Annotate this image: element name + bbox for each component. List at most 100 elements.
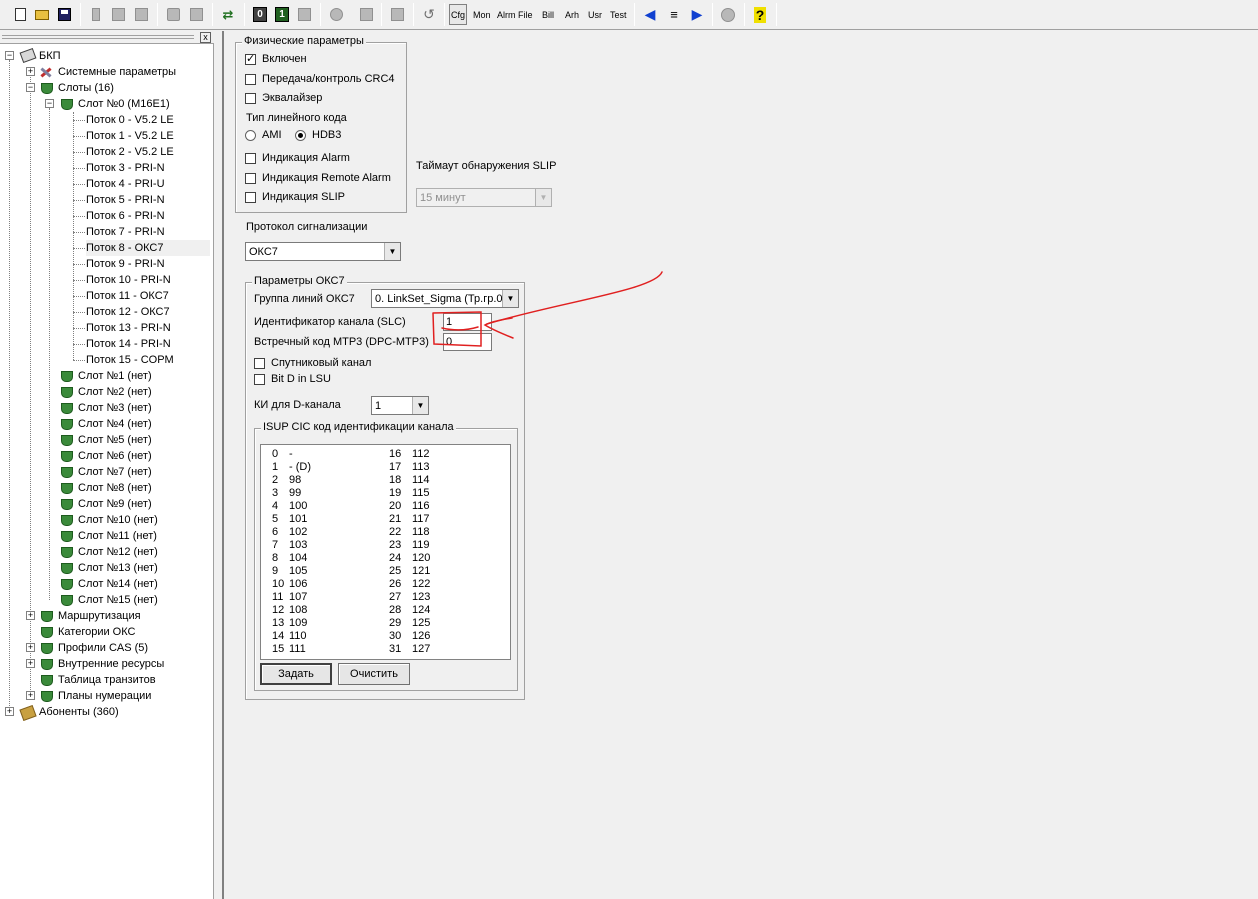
- tree-item[interactable]: Поток 4 - PRI-U: [86, 176, 210, 192]
- expand-icon[interactable]: +: [26, 611, 35, 620]
- settings-page-icon[interactable]: [356, 4, 376, 25]
- tree-item[interactable]: Слот №6 (нет): [59, 448, 210, 464]
- open-folder-icon[interactable]: [32, 4, 52, 25]
- add-icon[interactable]: [163, 4, 183, 25]
- toolbar-text-button[interactable]: Cfg: [449, 4, 468, 25]
- list-icon[interactable]: ≡: [664, 4, 684, 25]
- tree-item[interactable]: Поток 10 - PRI-N: [86, 272, 210, 288]
- crc4-checkbox[interactable]: Передача/контроль CRC4: [245, 73, 395, 85]
- clear-button[interactable]: Очистить: [338, 663, 410, 685]
- tree-item[interactable]: Профили CAS (5): [39, 640, 210, 656]
- tree-item[interactable]: Внутренние ресурсы: [39, 656, 210, 672]
- tree-item[interactable]: Поток 13 - PRI-N: [86, 320, 210, 336]
- tree-item[interactable]: Поток 8 - ОКС7: [86, 240, 210, 256]
- signaling-select[interactable]: ОКС7 ▼: [245, 242, 401, 261]
- expand-icon[interactable]: +: [26, 67, 35, 76]
- tree-item[interactable]: Поток 7 - PRI-N: [86, 224, 210, 240]
- tree-item[interactable]: Поток 11 - ОКС7: [86, 288, 210, 304]
- tree-item[interactable]: Слот №14 (нет): [59, 576, 210, 592]
- tree-item[interactable]: Слот №15 (нет): [59, 592, 210, 608]
- new-file-icon[interactable]: [10, 4, 30, 25]
- tree-item[interactable]: Маршрутизация: [39, 608, 210, 624]
- tree-item[interactable]: Слот №2 (нет): [59, 384, 210, 400]
- tree-item[interactable]: Слот №9 (нет): [59, 496, 210, 512]
- tree-item[interactable]: Системные параметры: [39, 64, 210, 80]
- box1-icon[interactable]: 1: [272, 4, 292, 25]
- fan-icon[interactable]: [294, 4, 314, 25]
- satellite-checkbox[interactable]: Спутниковый канал: [254, 357, 371, 369]
- tree-item[interactable]: Слот №3 (нет): [59, 400, 210, 416]
- toolbar-text-button[interactable]: Test: [609, 4, 628, 25]
- set-button[interactable]: Задать: [260, 663, 332, 685]
- tree-item[interactable]: Поток 6 - PRI-N: [86, 208, 210, 224]
- equalizer-checkbox[interactable]: Эквалайзер: [245, 92, 322, 104]
- copy-icon[interactable]: [108, 4, 128, 25]
- undo-icon[interactable]: ↺: [419, 4, 439, 25]
- tree-item[interactable]: Таблица транзитов: [39, 672, 210, 688]
- toolbar-text-button[interactable]: Mon: [472, 4, 492, 25]
- slip-checkbox[interactable]: Индикация SLIP: [245, 191, 345, 203]
- toolbar-text-button[interactable]: Bill: [541, 4, 555, 25]
- tree-item[interactable]: Слот №13 (нет): [59, 560, 210, 576]
- delete-icon[interactable]: [186, 4, 206, 25]
- tree-item[interactable]: Поток 1 - V5.2 LE: [86, 128, 210, 144]
- tree-item[interactable]: Слот №0 (M16E1): [59, 96, 210, 112]
- expand-icon[interactable]: +: [26, 643, 35, 652]
- alarm-checkbox[interactable]: Индикация Alarm: [245, 152, 350, 164]
- collapse-icon[interactable]: −: [45, 99, 54, 108]
- tree-item[interactable]: Слот №4 (нет): [59, 416, 210, 432]
- arrow-right-icon[interactable]: ▶: [687, 4, 707, 25]
- paste-icon[interactable]: [131, 4, 151, 25]
- arrow-left-icon[interactable]: ◀: [640, 4, 660, 25]
- tree-item[interactable]: Поток 2 - V5.2 LE: [86, 144, 210, 160]
- clock-icon[interactable]: [718, 4, 738, 25]
- slc-input[interactable]: 1: [443, 313, 492, 331]
- connect-icon[interactable]: ⇄: [218, 4, 238, 25]
- cic-list[interactable]: 0-1- (D) 2 98 3 99 4 100 5 101 6 102 7 103 8 104 9 105 10…: [260, 444, 511, 660]
- cut-icon[interactable]: [86, 4, 106, 25]
- expand-icon[interactable]: +: [26, 691, 35, 700]
- expand-icon[interactable]: +: [5, 707, 14, 716]
- toolbar-text-button[interactable]: Arh: [564, 4, 580, 25]
- toolbar-text-button[interactable]: Alrm: [496, 4, 517, 25]
- close-icon[interactable]: x: [200, 32, 211, 43]
- tree-item[interactable]: Слот №7 (нет): [59, 464, 210, 480]
- save-icon[interactable]: [54, 4, 74, 25]
- tree-item[interactable]: Поток 3 - PRI-N: [86, 160, 210, 176]
- tree-item[interactable]: Слот №11 (нет): [59, 528, 210, 544]
- toolbar-text-button[interactable]: File: [517, 4, 534, 25]
- enabled-checkbox[interactable]: Включен: [245, 52, 307, 65]
- tree-item[interactable]: Поток 14 - PRI-N: [86, 336, 210, 352]
- help-icon[interactable]: ?: [750, 4, 770, 25]
- tree-item[interactable]: Категории ОКС: [39, 624, 210, 640]
- tree-item[interactable]: Поток 0 - V5.2 LE: [86, 112, 210, 128]
- tree-item[interactable]: Поток 12 - ОКС7: [86, 304, 210, 320]
- hdb3-radio[interactable]: HDB3: [295, 129, 341, 141]
- tree-item[interactable]: Абоненты (360): [20, 704, 210, 720]
- dpc-input[interactable]: 0: [443, 333, 492, 351]
- collapse-icon[interactable]: −: [26, 83, 35, 92]
- tree-item[interactable]: Поток 9 - PRI-N: [86, 256, 210, 272]
- toolbar-text-button[interactable]: Usr: [587, 4, 603, 25]
- tree-item[interactable]: Поток 15 - COPM: [86, 352, 210, 368]
- collapse-icon[interactable]: −: [5, 51, 14, 60]
- tree-item[interactable]: Планы нумерации: [39, 688, 210, 704]
- tree-item[interactable]: Слот №8 (нет): [59, 480, 210, 496]
- ki-select[interactable]: 1 ▼: [371, 396, 429, 415]
- tree-item[interactable]: Слот №10 (нет): [59, 512, 210, 528]
- tree-grip[interactable]: [2, 35, 194, 39]
- expand-icon[interactable]: +: [26, 659, 35, 668]
- tree-item[interactable]: Поток 5 - PRI-N: [86, 192, 210, 208]
- bitd-checkbox[interactable]: Bit D in LSU: [254, 373, 331, 385]
- ami-radio[interactable]: AMI: [245, 129, 282, 141]
- tree-item[interactable]: Слот №5 (нет): [59, 432, 210, 448]
- refresh-icon[interactable]: [326, 4, 346, 25]
- box0-icon[interactable]: 0: [250, 4, 270, 25]
- linkset-select[interactable]: 0. LinkSet_Sigma (Тр.гр.0 ▼: [371, 289, 519, 308]
- tree-item[interactable]: БКП: [20, 48, 210, 64]
- tree-item[interactable]: Слот №12 (нет): [59, 544, 210, 560]
- tree-item[interactable]: Слоты (16): [39, 80, 210, 96]
- tree-item[interactable]: Слот №1 (нет): [59, 368, 210, 384]
- window-icon[interactable]: [387, 4, 407, 25]
- remote-alarm-checkbox[interactable]: Индикация Remote Alarm: [245, 172, 391, 184]
